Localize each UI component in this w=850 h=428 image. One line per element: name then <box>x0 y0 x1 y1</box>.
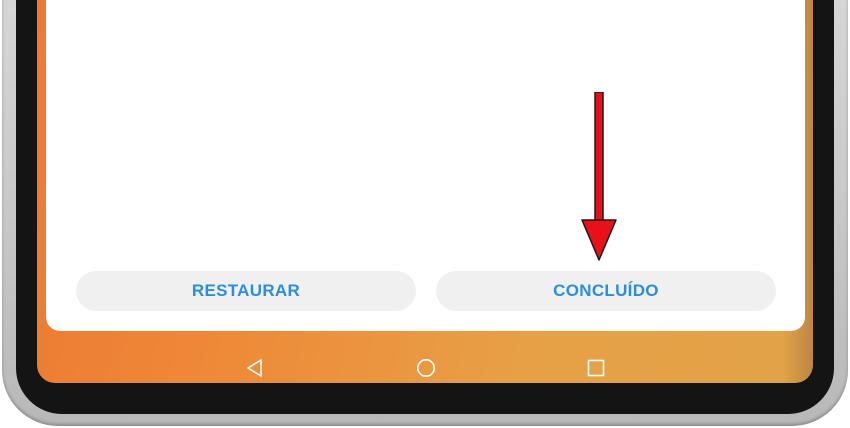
red-arrow-annotation <box>581 92 617 261</box>
settings-dialog: RESTAURAR CONCLUÍDO <box>46 0 805 331</box>
screen-layer: RESTAURAR CONCLUÍDO <box>0 0 850 428</box>
back-icon[interactable] <box>245 358 265 378</box>
done-button[interactable]: CONCLUÍDO <box>436 271 776 311</box>
recent-apps-icon[interactable] <box>586 358 606 378</box>
navigation-bar <box>37 350 813 383</box>
restore-button[interactable]: RESTAURAR <box>76 271 416 311</box>
phone-screen: RESTAURAR CONCLUÍDO <box>37 0 813 383</box>
home-icon[interactable] <box>416 358 436 378</box>
